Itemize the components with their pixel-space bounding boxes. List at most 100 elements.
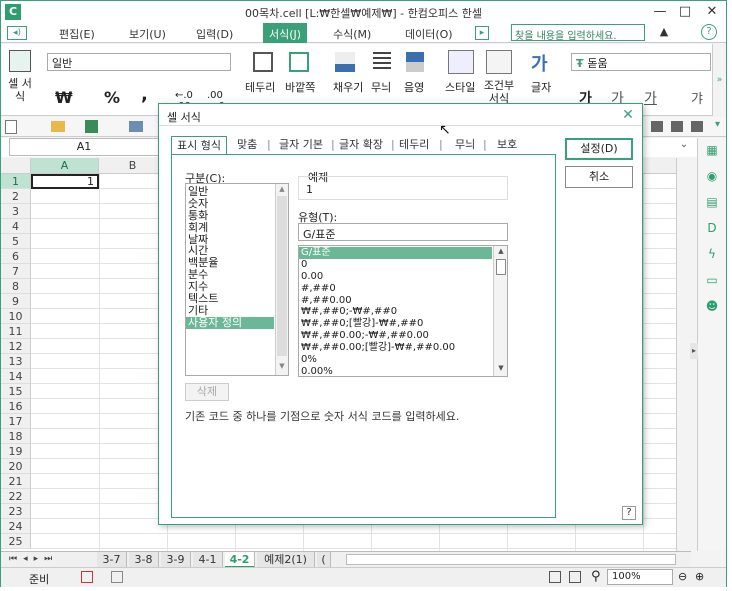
conditional-format-label[interactable]: 조건부 서식: [481, 79, 517, 105]
zoom-out-icon[interactable]: ⊖: [678, 570, 687, 583]
category-item[interactable]: 사용자 정의: [186, 316, 274, 329]
underline-glyph[interactable]: 가: [644, 88, 657, 108]
conditional-format-icon[interactable]: [486, 50, 512, 74]
close-button[interactable]: ✕: [700, 3, 724, 21]
font-icon[interactable]: 가: [531, 50, 548, 76]
align-icons[interactable]: [651, 121, 711, 132]
border-icon[interactable]: [253, 52, 273, 72]
search-input[interactable]: 찾을 내용을 입력하세요.: [511, 24, 645, 42]
vertical-scrollbar[interactable]: [676, 158, 691, 551]
clipboard-panel-icon[interactable]: ▤: [704, 194, 720, 210]
category-scrollbar[interactable]: ▲ ▼: [275, 184, 288, 375]
pattern-icon[interactable]: [373, 52, 391, 72]
row-header[interactable]: 4: [1, 219, 31, 234]
open-folder-icon[interactable]: [51, 121, 65, 132]
menu-edit[interactable]: 편집(E): [59, 26, 95, 42]
sheet-tab[interactable]: 3-9: [161, 552, 191, 568]
type-item[interactable]: ₩#,##0;-₩#,##0: [299, 306, 492, 318]
type-item[interactable]: 0.00%: [299, 366, 492, 376]
sheet-tab[interactable]: 4-1: [193, 552, 223, 568]
sheet-tab[interactable]: 4-2: [225, 552, 255, 568]
zoom-icon[interactable]: ⚲: [591, 569, 601, 584]
lightning-panel-icon[interactable]: ϟ: [704, 246, 720, 262]
row-header[interactable]: 2: [1, 189, 31, 204]
comma-format-button[interactable]: ,: [141, 84, 148, 105]
tab-pattern[interactable]: 무늬: [455, 136, 475, 154]
page-view-icon[interactable]: [569, 571, 581, 583]
formula-expand-icon[interactable]: ⌄: [677, 139, 691, 155]
row-header[interactable]: 3: [1, 204, 31, 219]
scroll-up-icon[interactable]: ▲: [277, 185, 287, 195]
ribbon-collapse-icon[interactable]: ▲: [656, 25, 672, 41]
style-label[interactable]: 스타일: [445, 79, 475, 95]
save-icon[interactable]: [85, 120, 98, 133]
row-header[interactable]: 25: [1, 534, 31, 549]
row-header[interactable]: 16: [1, 399, 31, 414]
category-item[interactable]: 기타: [186, 304, 274, 317]
type-item[interactable]: ₩#,##0.00;[빨강]-₩#,##0.00: [299, 342, 492, 354]
tab-align[interactable]: 맞춤: [237, 136, 257, 154]
font-face-combo[interactable]: Ŧ 돋움: [571, 53, 711, 71]
shade-label[interactable]: 음영: [404, 79, 424, 95]
zoom-in-icon[interactable]: ⊕: [695, 570, 704, 583]
type-item[interactable]: #,##0.00: [299, 295, 492, 307]
currency-format-button[interactable]: ₩: [55, 88, 73, 107]
sheet-tab[interactable]: 3-8: [129, 552, 159, 568]
row-header[interactable]: 20: [1, 459, 31, 474]
type-item[interactable]: ₩#,##0.00;-₩#,##0.00: [299, 330, 492, 342]
type-list[interactable]: G/표준 0 0.00 #,##0 #,##0.00 ₩#,##0;-₩#,##0 ₩#,#…: [298, 245, 508, 377]
type-item[interactable]: #,##0: [299, 283, 492, 295]
menu-formula[interactable]: 수식(M): [333, 26, 371, 42]
pattern-label[interactable]: 무늬: [371, 79, 391, 95]
row-header[interactable]: 1: [1, 174, 31, 189]
scroll-down-icon[interactable]: ▼: [277, 362, 287, 372]
cell-format-label[interactable]: 셀 서식: [7, 77, 33, 103]
row-header[interactable]: 10: [1, 309, 31, 324]
cell-format-icon[interactable]: [9, 50, 31, 72]
print-icon[interactable]: [129, 121, 143, 132]
row-header[interactable]: 22: [1, 489, 31, 504]
people-panel-icon[interactable]: ☻: [704, 298, 720, 314]
dialog-close-button[interactable]: ✕: [619, 106, 637, 124]
row-header[interactable]: 19: [1, 444, 31, 459]
row-header[interactable]: 13: [1, 354, 31, 369]
column-header-a[interactable]: A: [31, 158, 99, 174]
tab-font-extended[interactable]: 글자 확장: [339, 136, 383, 154]
sheet-tab[interactable]: 3-7: [97, 552, 127, 568]
row-header[interactable]: 9: [1, 294, 31, 309]
row-header[interactable]: 5: [1, 234, 31, 249]
corner-header[interactable]: [1, 158, 31, 174]
row-header[interactable]: 7: [1, 264, 31, 279]
type-item[interactable]: G/표준: [299, 247, 492, 259]
row-header[interactable]: 6: [1, 249, 31, 264]
number-format-combo[interactable]: 일반: [47, 53, 231, 71]
shade-icon[interactable]: [406, 52, 424, 72]
type-item[interactable]: 0%: [299, 354, 492, 366]
type-scroll-thumb[interactable]: [496, 259, 506, 275]
ribbon-expand-icon[interactable]: »: [712, 44, 726, 116]
scroll-thumb[interactable]: [277, 196, 287, 356]
type-scroll-down-icon[interactable]: ▼: [496, 364, 506, 374]
help-icon[interactable]: ?: [701, 24, 717, 40]
panel-toggle-icon[interactable]: ▸: [690, 343, 698, 359]
dialog-help-button[interactable]: ?: [622, 506, 636, 520]
type-input[interactable]: G/표준: [298, 223, 508, 241]
cancel-button[interactable]: 취소: [565, 166, 633, 188]
percent-format-button[interactable]: %: [104, 88, 120, 107]
cell-a1[interactable]: 1: [31, 174, 99, 189]
category-item[interactable]: 통화: [186, 209, 274, 222]
row-header[interactable]: 11: [1, 324, 31, 339]
row-header[interactable]: 12: [1, 339, 31, 354]
row-header[interactable]: 21: [1, 474, 31, 489]
row-header[interactable]: 24: [1, 519, 31, 534]
category-item[interactable]: 숫자: [186, 197, 274, 210]
row-header[interactable]: 17: [1, 414, 31, 429]
row-header[interactable]: 15: [1, 384, 31, 399]
name-box[interactable]: A1: [9, 138, 159, 156]
sheet-tab[interactable]: (: [317, 552, 331, 568]
type-scrollbar[interactable]: ▲ ▼: [493, 246, 507, 376]
type-item[interactable]: ₩#,##0;[빨강]-₩#,##0: [299, 318, 492, 330]
tab-protect[interactable]: 보호: [497, 136, 517, 154]
new-file-icon[interactable]: [5, 120, 17, 134]
fill-label[interactable]: 채우기: [333, 79, 363, 95]
